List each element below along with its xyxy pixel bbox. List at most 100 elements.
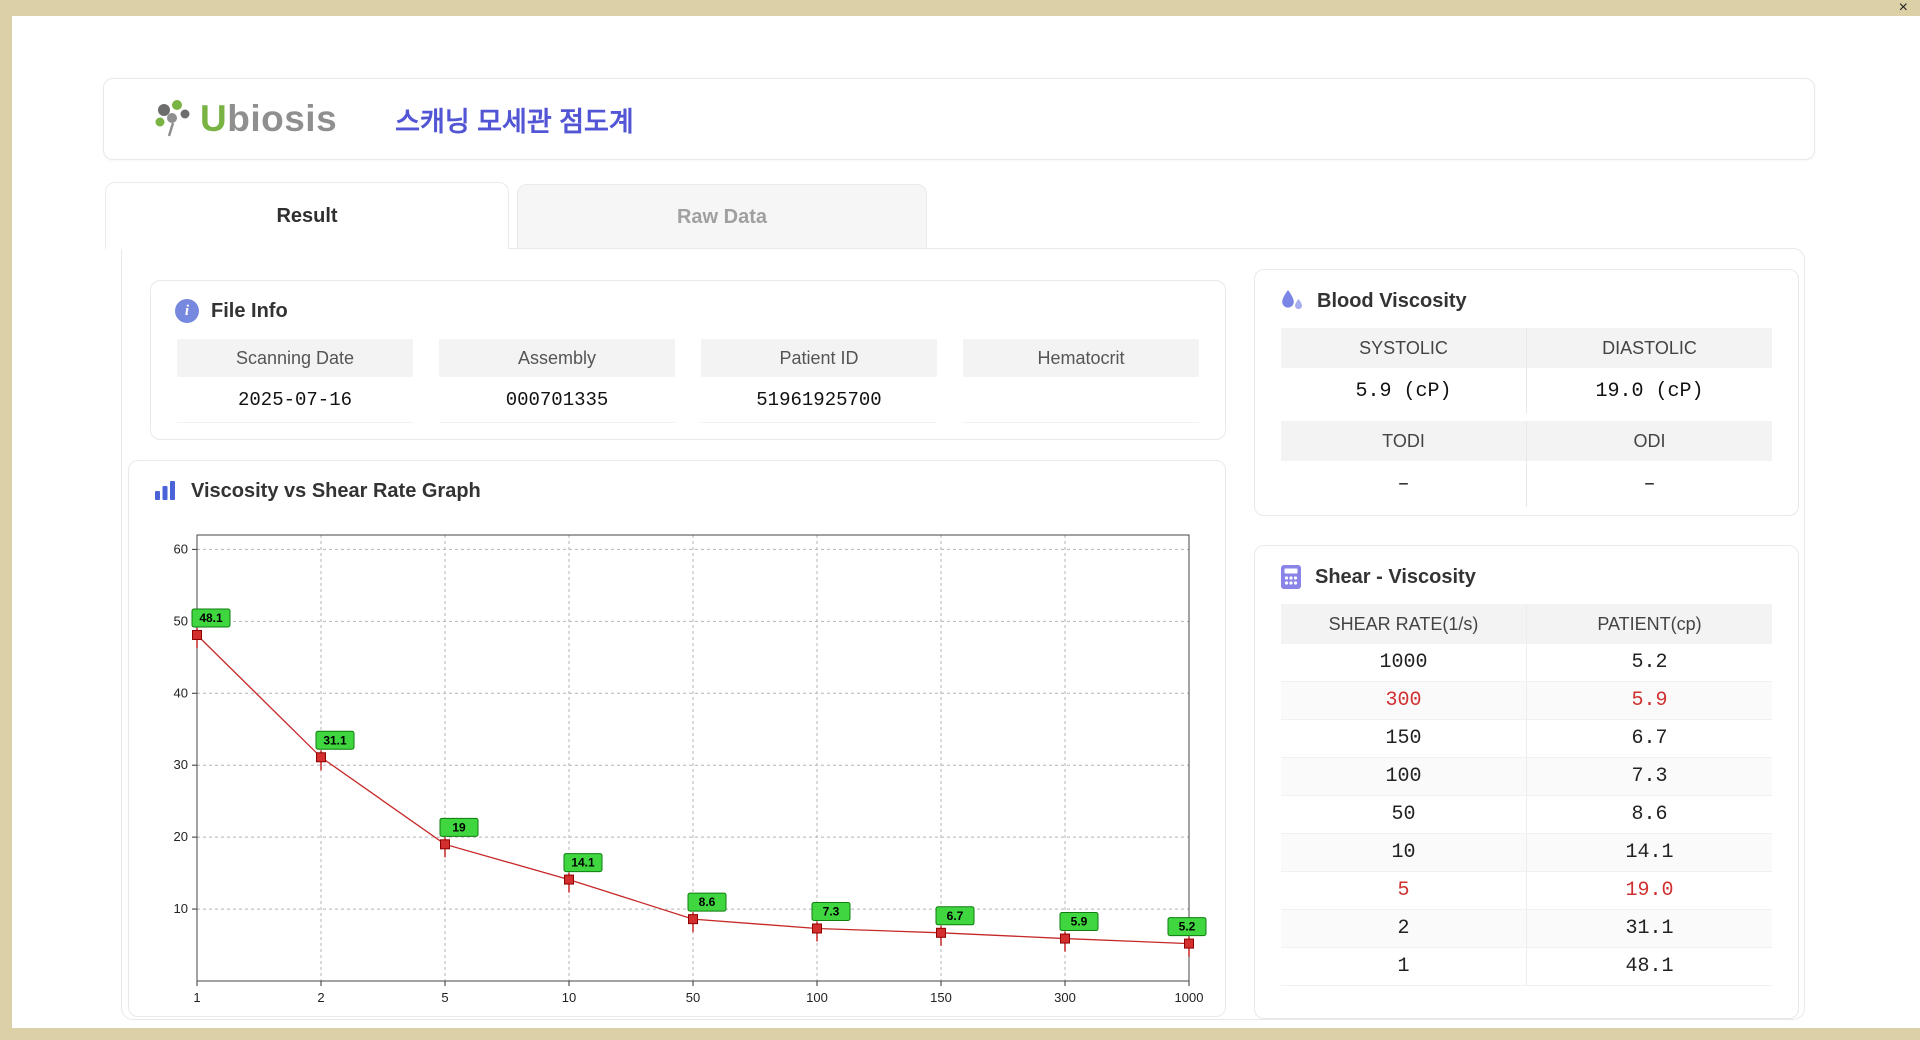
blood-viscosity-card: Blood Viscosity SYSTOLIC DIASTOLIC 5.9 (… [1254, 269, 1799, 516]
patient-column-header: PATIENT(cp) [1526, 604, 1772, 644]
svg-text:8.6: 8.6 [699, 895, 716, 909]
shear-rate-cell: 300 [1385, 689, 1422, 712]
blood-viscosity-title: Blood Viscosity [1317, 289, 1467, 312]
svg-text:60: 60 [174, 541, 188, 556]
table-row: 100 7.3 [1281, 758, 1772, 796]
shear-rate-cell: 1 [1397, 955, 1410, 978]
table-row: 5.9 (cP) 19.0 (cP) [1281, 368, 1772, 414]
patient-viscosity-cell: 48.1 [1526, 948, 1772, 985]
patient-viscosity-cell: 6.7 [1526, 720, 1772, 757]
svg-text:150: 150 [930, 990, 952, 1005]
table-row: 1000 5.2 [1281, 644, 1772, 682]
svg-text:48.1: 48.1 [199, 611, 223, 625]
table-row: TODI ODI [1281, 421, 1772, 461]
field-value [963, 377, 1199, 423]
shear-rate-cell: 100 [1385, 765, 1422, 788]
patient-viscosity-cell: 8.6 [1526, 796, 1772, 833]
app-header: Ubiosis 스캐닝 모세관 점도계 [103, 78, 1815, 160]
table-row: 5 19.0 [1281, 872, 1772, 910]
patient-viscosity-cell: 31.1 [1526, 910, 1772, 947]
field-label: Scanning Date [177, 339, 413, 377]
shear-rate-cell: 2 [1397, 917, 1410, 940]
svg-text:50: 50 [174, 613, 188, 628]
field-value: 2025-07-16 [177, 377, 413, 423]
field-label: Patient ID [701, 339, 937, 377]
table-body: 1000 5.2 300 5.9 150 6.7 100 7.3 50 8.6 … [1281, 644, 1772, 986]
calculator-icon [1281, 565, 1301, 589]
shear-rate-cell: 50 [1391, 803, 1416, 826]
table-row: 10 14.1 [1281, 834, 1772, 872]
table-header-row: SHEAR RATE(1/s) PATIENT(cp) [1281, 604, 1772, 644]
droplet-icon [1282, 290, 1302, 310]
ubiosis-logo-icon [155, 100, 190, 137]
page-title: 스캐닝 모세관 점도계 [395, 106, 634, 137]
file-info-card: i File Info Scanning Date 2025-07-16 Ass… [150, 280, 1226, 440]
shear-rate-cell: 1000 [1379, 651, 1428, 674]
svg-text:100: 100 [806, 990, 828, 1005]
field-assembly: Assembly 000701335 [439, 339, 675, 423]
window-frame-left [0, 0, 12, 1040]
file-info-title: File Info [211, 299, 288, 322]
shear-rate-cell: 10 [1391, 841, 1416, 864]
window-frame-top [0, 0, 1920, 16]
svg-text:31.1: 31.1 [323, 733, 347, 747]
logo-text: Ubiosis [200, 98, 337, 140]
svg-text:1000: 1000 [1175, 990, 1204, 1005]
viscosity-graph-card: Viscosity vs Shear Rate Graph 1 2 5 10 50 100… [128, 460, 1226, 1017]
diastolic-header: DIASTOLIC [1526, 328, 1772, 368]
bar-chart-icon [155, 481, 175, 500]
svg-text:19: 19 [452, 820, 466, 834]
patient-viscosity-cell: 7.3 [1526, 758, 1772, 795]
diastolic-value: 19.0 (cP) [1526, 368, 1772, 414]
svg-text:2: 2 [317, 990, 324, 1005]
tab-raw-data[interactable]: Raw Data [517, 184, 927, 249]
todi-value: – [1397, 472, 1410, 496]
svg-text:10: 10 [174, 901, 188, 916]
table-row: – – [1281, 461, 1772, 507]
patient-viscosity-cell: 5.9 [1526, 682, 1772, 719]
shear-rate-cell: 150 [1385, 727, 1422, 750]
odi-value: – [1526, 461, 1772, 507]
systolic-value: 5.9 (cP) [1355, 379, 1452, 403]
ubiosis-logo: Ubiosis [150, 97, 337, 141]
table-row: 1 48.1 [1281, 948, 1772, 986]
svg-text:7.3: 7.3 [823, 904, 840, 918]
shear-viscosity-card: Shear - Viscosity SHEAR RATE(1/s) PATIEN… [1254, 545, 1799, 1019]
field-value: 000701335 [439, 377, 675, 423]
svg-text:30: 30 [174, 757, 188, 772]
info-icon: i [175, 299, 199, 323]
field-hematocrit: Hematocrit [963, 339, 1199, 423]
window-frame-bottom [0, 1028, 1920, 1040]
tab-result[interactable]: Result [105, 182, 509, 249]
field-patient-id: Patient ID 51961925700 [701, 339, 937, 423]
field-label: Hematocrit [963, 339, 1199, 377]
file-info-fields: Scanning Date 2025-07-16 Assembly 000701… [151, 335, 1225, 423]
blood-viscosity-table: SYSTOLIC DIASTOLIC 5.9 (cP) 19.0 (cP) TO… [1255, 326, 1798, 509]
shear-viscosity-title: Shear - Viscosity [1315, 565, 1476, 588]
svg-text:5.9: 5.9 [1071, 915, 1088, 929]
svg-text:20: 20 [174, 829, 188, 844]
svg-text:300: 300 [1054, 990, 1076, 1005]
svg-text:10: 10 [562, 990, 576, 1005]
viscosity-shear-rate-chart: 1 2 5 10 50 100 150 300 1000 10 20 30 40 50 60 48.1 31.1… [174, 534, 1207, 1005]
table-row: 150 6.7 [1281, 720, 1772, 758]
odi-header: ODI [1526, 421, 1772, 461]
table-row: 300 5.9 [1281, 682, 1772, 720]
patient-viscosity-cell: 5.2 [1526, 644, 1772, 681]
svg-text:14.1: 14.1 [571, 856, 595, 870]
shear-viscosity-table: SHEAR RATE(1/s) PATIENT(cp) 1000 5.2 300… [1255, 602, 1798, 988]
svg-text:1: 1 [193, 990, 200, 1005]
logo-letters-rest: biosis [227, 98, 338, 139]
svg-text:40: 40 [174, 685, 188, 700]
table-row: 50 8.6 [1281, 796, 1772, 834]
field-scanning-date: Scanning Date 2025-07-16 [177, 339, 413, 423]
svg-text:5: 5 [441, 990, 448, 1005]
svg-text:6.7: 6.7 [947, 909, 964, 923]
patient-viscosity-cell: 19.0 [1526, 872, 1772, 909]
close-icon[interactable]: × [1899, 0, 1908, 16]
graph-title: Viscosity vs Shear Rate Graph [191, 479, 481, 502]
shear-rate-column-header: SHEAR RATE(1/s) [1328, 613, 1479, 634]
systolic-header: SYSTOLIC [1281, 328, 1526, 368]
table-row: 2 31.1 [1281, 910, 1772, 948]
svg-text:50: 50 [686, 990, 700, 1005]
